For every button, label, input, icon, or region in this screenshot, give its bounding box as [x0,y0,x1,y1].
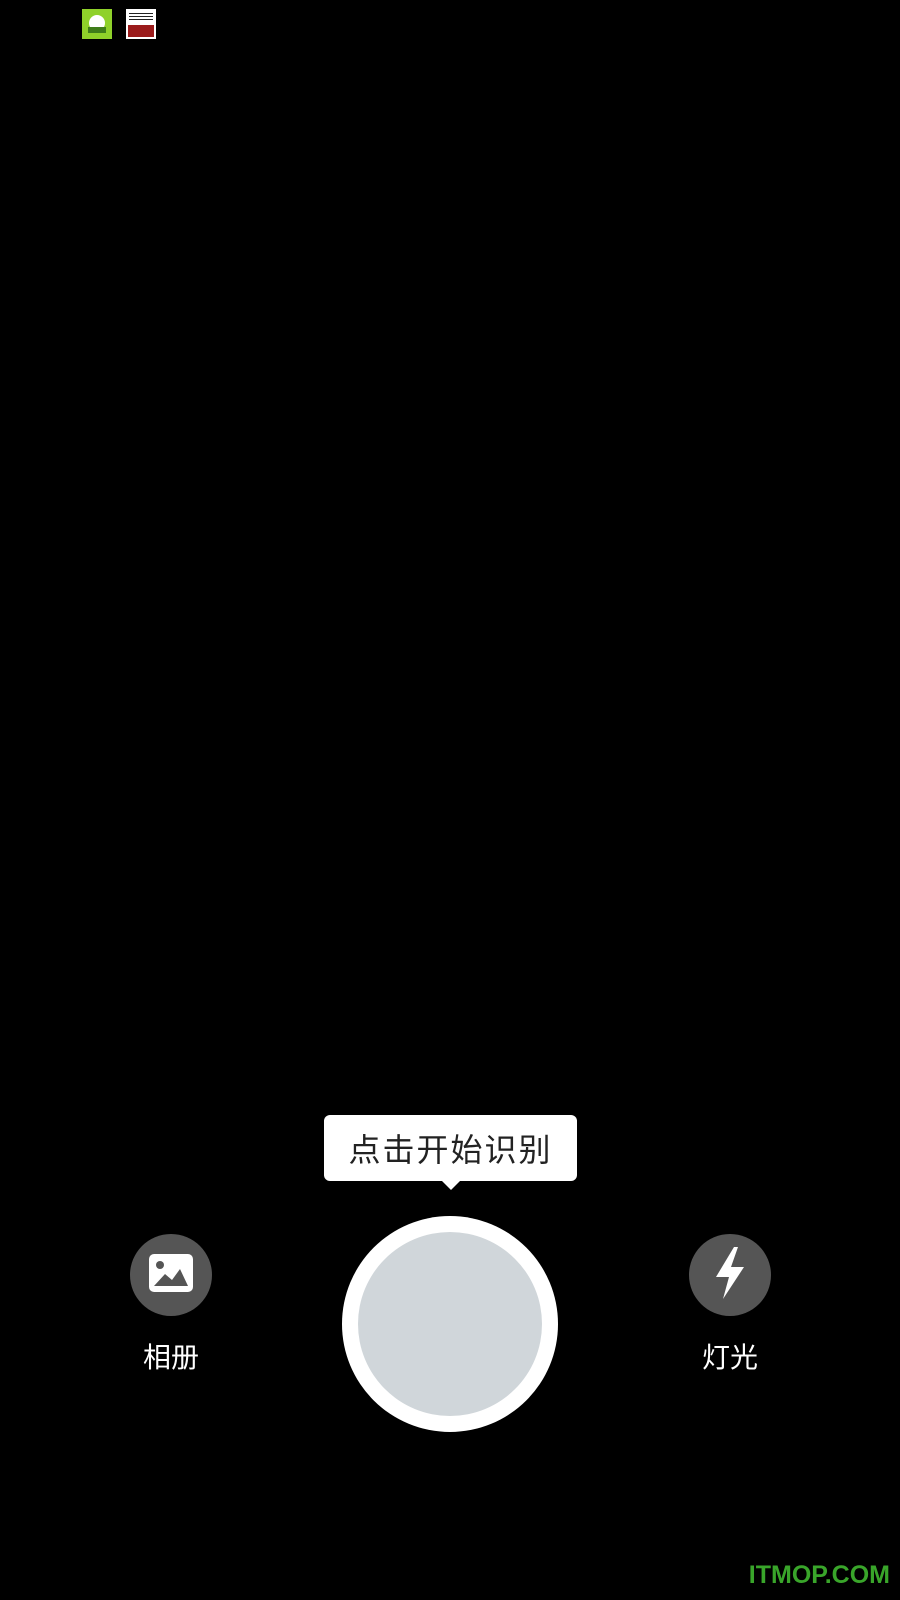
app-mascot-icon [82,9,112,39]
hint-tooltip: 点击开始识别 [324,1115,577,1181]
hint-text: 点击开始识别 [348,1131,553,1169]
watermark: ITMOP.COM [748,1561,890,1589]
shutter-inner [358,1232,542,1416]
album-button[interactable] [130,1234,212,1316]
flash-icon [710,1245,750,1305]
flash-button[interactable] [689,1234,771,1316]
album-label: 相册 [142,1341,199,1374]
shutter-button[interactable] [342,1216,558,1432]
image-icon [148,1253,194,1297]
flash-label: 灯光 [701,1341,758,1374]
news-app-icon [126,9,156,39]
